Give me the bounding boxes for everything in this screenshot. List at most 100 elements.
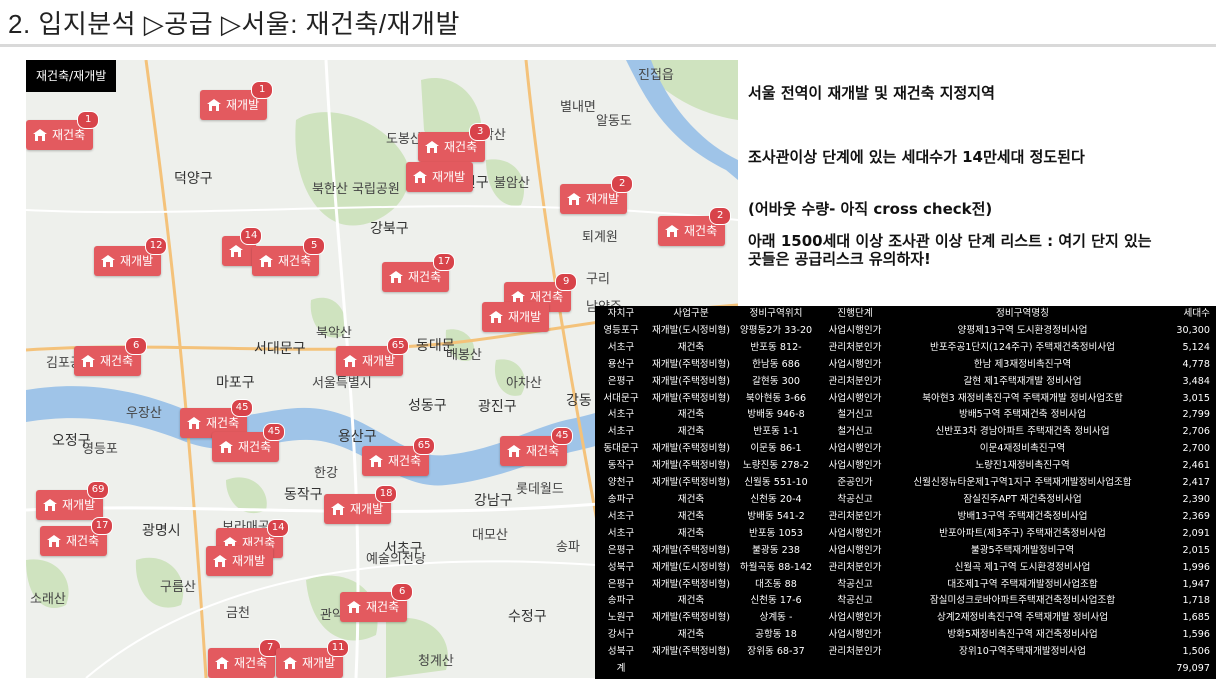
district-label: 알동도	[596, 114, 632, 129]
table-cell: 신천동 20-4	[750, 493, 802, 505]
table-cell: 방배13구역 주택재건축정비사업	[957, 510, 1088, 522]
table-cell: 3,015	[1182, 392, 1210, 404]
table-cell: 공항동 18	[755, 629, 797, 641]
table-cell: 불광동 238	[752, 544, 800, 556]
table-row: 성북구 재개발(주택정비형) 장위동 68-37 관리처분인가 장위10구역주택재개발정…	[595, 644, 1216, 661]
table-cell: 1,506	[1182, 646, 1210, 658]
project-marker[interactable]: 재개발	[406, 162, 474, 192]
project-marker[interactable]: 14	[222, 227, 262, 266]
table-cell: 상계2재정비촉진구역 주택재개발 정비사업	[936, 612, 1109, 624]
project-marker[interactable]: 재건축 65	[362, 437, 436, 476]
project-marker[interactable]: 재개발 65	[336, 337, 410, 376]
district-label: 대모산	[472, 528, 508, 543]
table-cell: 한남 제3재정비촉진구역	[973, 358, 1072, 370]
marker-count-badge: 65	[387, 337, 410, 355]
project-marker[interactable]: 재건축 17	[40, 517, 114, 556]
project-marker[interactable]: 재개발 1	[200, 81, 274, 120]
district-label: 우장산	[126, 406, 162, 421]
table-cell	[893, 661, 1152, 678]
table-cell: 1,596	[1182, 629, 1210, 641]
table-cell: 사업시행인가	[828, 612, 882, 624]
project-marker[interactable]: 재개발 11	[276, 639, 350, 678]
district-label: 광명시	[142, 523, 181, 539]
marker-count-badge: 12	[145, 237, 168, 255]
table-cell: 사업시행인가	[828, 324, 882, 336]
table-cell	[735, 661, 817, 678]
table-cell: 서초구	[607, 341, 635, 353]
table-row: 은평구 재개발(주택정비형) 갈현동 300 관리처분인가 갈현 제1주택재개발 정비사…	[595, 374, 1216, 391]
table-cell: 서초구	[607, 527, 635, 539]
marker-count-badge: 69	[87, 481, 110, 499]
project-marker[interactable]: 재건축 1	[26, 111, 100, 150]
project-marker[interactable]: 재건축 6	[340, 583, 414, 622]
table-cell: 노원구	[607, 612, 635, 624]
project-marker[interactable]: 재건축 7	[208, 639, 282, 678]
project-marker[interactable]: 재개발 12	[94, 237, 168, 276]
project-marker[interactable]: 재건축 5	[252, 237, 326, 276]
table-cell: 노량진동 278-2	[742, 460, 810, 472]
marker-count-badge: 5	[303, 237, 326, 255]
table-row: 노원구 재개발(주택정비형) 상계동 - 사업시행인가 상계2재정비촉진구역 주택재개발…	[595, 610, 1216, 627]
marker-count-badge: 6	[125, 337, 148, 355]
table-cell: 서초구	[607, 409, 635, 421]
district-label: 도봉산	[386, 132, 422, 147]
project-marker[interactable]: 재건축 45	[500, 427, 574, 466]
table-cell: 1,996	[1182, 561, 1210, 573]
table-cell: 장위동 68-37	[747, 646, 805, 658]
project-marker[interactable]: 재건축 2	[658, 207, 732, 246]
title-divider	[0, 44, 1216, 47]
table-cell: 송파구	[607, 595, 635, 607]
table-row: 서대문구 재개발(주택정비형) 북아현동 3-66 사업시행인가 북아현3 재정비촉진구…	[595, 391, 1216, 408]
table-row: 강서구 재건축 공항동 18 사업시행인가 방화5재정비촉진구역 재건축정비사업 1,59…	[595, 627, 1216, 644]
project-marker[interactable]: 재개발 2	[560, 175, 634, 214]
district-label: 북한산 국립공원	[312, 182, 400, 197]
col-header: 자치구	[607, 308, 635, 319]
marker-count-badge: 11	[327, 639, 350, 657]
table-cell: 북아현3 재정비촉진구역 주택재개발 정비사업조합	[922, 392, 1123, 404]
table-cell: 서초구	[607, 510, 635, 522]
table-cell: 1,685	[1182, 612, 1210, 624]
marker-label: 재건축	[52, 128, 86, 142]
project-marker[interactable]: 재개발	[206, 546, 274, 576]
table-cell: 양평동2가 33-20	[739, 324, 813, 336]
table-cell: 서대문구	[603, 392, 639, 404]
table-cell: 양평제13구역 도시환경정비사업	[957, 324, 1088, 336]
district-label: 롯데월드	[516, 482, 564, 497]
district-label: 별내면	[560, 100, 596, 115]
project-marker[interactable]: 재개발 69	[36, 481, 110, 520]
marker-count-badge: 45	[263, 423, 286, 441]
marker-count-badge: 14	[267, 519, 290, 537]
table-cell: 재개발(주택정비형)	[651, 544, 731, 556]
district-label: 용산구	[338, 429, 377, 445]
note-1: 서울 전역이 재개발 및 재건축 지정지역	[748, 84, 995, 102]
table-row: 은평구 재개발(주택정비형) 대조동 88 착공신고 대조제1구역 주택재개발정비사업조…	[595, 577, 1216, 594]
note-3: (어바웃 수량- 아직 cross check전)	[748, 200, 993, 218]
table-cell: 철거신고	[837, 409, 873, 421]
marker-count-badge: 45	[231, 399, 254, 417]
district-label: 송파	[556, 540, 580, 555]
table-cell: 용산구	[607, 358, 635, 370]
table-cell: 5,124	[1182, 341, 1210, 353]
marker-count-badge: 65	[413, 437, 436, 455]
table-cell: 방배동 541-2	[747, 510, 805, 522]
project-marker[interactable]: 재개발	[482, 302, 550, 332]
marker-label: 재개발	[226, 98, 260, 112]
project-marker[interactable]: 재건축 17	[382, 253, 456, 292]
table-cell: 신월동 551-10	[744, 477, 808, 489]
marker-label: 재건축	[684, 224, 718, 238]
table-row: 송파구 재건축 신천동 20-4 착공신고 잠실진주APT 재건축정비사업 2,390	[595, 492, 1216, 509]
table-cell: 사업시행인가	[828, 443, 882, 455]
district-label: 금천	[226, 606, 250, 621]
marker-count-badge: 14	[240, 227, 262, 245]
project-marker[interactable]: 재개발 18	[324, 485, 398, 524]
project-marker[interactable]: 재건축 3	[418, 123, 492, 162]
project-marker[interactable]: 재건축 45	[212, 423, 286, 462]
table-cell: 1,947	[1182, 578, 1210, 590]
table-cell: 관리처분인가	[828, 341, 882, 353]
project-marker[interactable]: 재건축 6	[74, 337, 148, 376]
table-cell: 2,461	[1182, 460, 1210, 472]
table-cell: 반포주공1단지(124주구) 주택재건축정비사업	[930, 341, 1115, 353]
marker-label: 재개발	[432, 170, 466, 184]
table-cell: 신천동 17-6	[750, 595, 802, 607]
table-cell: 재개발(주택정비형)	[651, 443, 731, 455]
